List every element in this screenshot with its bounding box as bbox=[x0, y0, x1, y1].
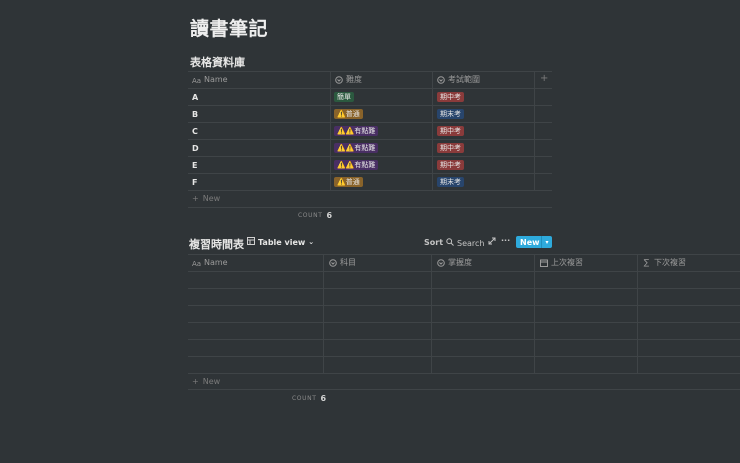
formula-icon: ∑ bbox=[643, 258, 650, 267]
db2-count[interactable]: COUNT 6 bbox=[292, 394, 326, 403]
plus-icon: + bbox=[192, 194, 199, 203]
select-property-icon bbox=[328, 258, 337, 267]
db1-line-r2 bbox=[188, 122, 552, 123]
db2-line-r6 bbox=[188, 373, 740, 374]
table-row-name[interactable]: D bbox=[192, 140, 199, 157]
difficulty-tag[interactable]: ⚠️普通 bbox=[334, 109, 363, 119]
scope-tag[interactable]: 期中考 bbox=[437, 92, 464, 102]
select-property-icon bbox=[436, 258, 445, 267]
page-title: 讀書筆記 bbox=[190, 18, 269, 40]
db2-new-label: New bbox=[202, 377, 221, 386]
db2-header-mastery-label: 掌握度 bbox=[448, 258, 472, 267]
expand-button[interactable] bbox=[488, 237, 496, 247]
chevron-down-icon: ⌄ bbox=[308, 238, 315, 246]
db2-count-value: 6 bbox=[320, 394, 327, 403]
db1-line-new bbox=[188, 207, 552, 208]
search-icon bbox=[446, 238, 454, 248]
db2-header-last-review-label: 上次複習 bbox=[551, 258, 583, 267]
plus-icon: + bbox=[192, 377, 199, 386]
difficulty-tag[interactable]: ⚠️普通 bbox=[334, 177, 363, 187]
scope-tag[interactable]: 期中考 bbox=[437, 143, 464, 153]
difficulty-tag[interactable]: 簡單 bbox=[334, 92, 354, 102]
db2-header-mastery[interactable]: 掌握度 bbox=[436, 254, 472, 271]
difficulty-tag[interactable]: ⚠️⚠️有點難 bbox=[334, 143, 379, 153]
text-property-icon: Aa bbox=[192, 258, 201, 267]
db2-count-label: COUNT bbox=[292, 395, 317, 402]
table-row-name[interactable]: F bbox=[192, 174, 197, 191]
chevron-down-icon[interactable]: ▾ bbox=[541, 236, 552, 248]
svg-text:Aa: Aa bbox=[192, 260, 201, 267]
table-row[interactable] bbox=[188, 340, 740, 356]
db2-header-next-review[interactable]: ∑ 下次複習 bbox=[642, 254, 686, 271]
db1-count-value: 6 bbox=[326, 211, 333, 220]
scope-tag[interactable]: 期末考 bbox=[437, 177, 464, 187]
expand-icon bbox=[488, 237, 496, 247]
db1-line-r6 bbox=[188, 190, 552, 191]
db1-header-difficulty-label: 難度 bbox=[346, 75, 362, 84]
db1-new-label: New bbox=[202, 194, 221, 203]
new-button[interactable]: New ▾ bbox=[516, 236, 552, 248]
table-row[interactable] bbox=[188, 289, 740, 305]
table-row[interactable] bbox=[188, 272, 740, 288]
table-icon bbox=[247, 237, 255, 247]
scope-tag[interactable]: 期中考 bbox=[437, 126, 464, 136]
db2-line-new bbox=[188, 389, 740, 390]
select-property-icon bbox=[436, 75, 445, 84]
more-button[interactable]: ··· bbox=[501, 236, 510, 245]
text-property-icon: Aa bbox=[192, 75, 201, 84]
table-row[interactable] bbox=[188, 306, 740, 322]
db2-new-row-button[interactable]: + New bbox=[192, 377, 220, 386]
table-row[interactable] bbox=[188, 357, 740, 373]
difficulty-tag[interactable]: ⚠️⚠️有點難 bbox=[334, 126, 379, 136]
page: 讀書筆記 表格資料庫 Aa Name 難度 考試範圍 + A 簡單 期中考 B … bbox=[0, 0, 740, 463]
db1-line-r5 bbox=[188, 173, 552, 174]
svg-text:Aa: Aa bbox=[192, 77, 201, 84]
search-button[interactable]: Search bbox=[446, 238, 484, 248]
db1-col-divider[interactable] bbox=[432, 71, 433, 190]
db2-header-name-label: Name bbox=[204, 258, 228, 267]
calendar-icon bbox=[539, 258, 548, 267]
more-icon: ··· bbox=[501, 236, 511, 245]
scope-tag[interactable]: 期末考 bbox=[437, 109, 464, 119]
db1-header-difficulty[interactable]: 難度 bbox=[334, 71, 362, 88]
db1-header-name[interactable]: Aa Name bbox=[192, 71, 228, 88]
db1-line-header bbox=[188, 88, 552, 89]
db1-new-row-button[interactable]: + New bbox=[192, 194, 220, 203]
db2-header-name[interactable]: Aa Name bbox=[192, 254, 228, 271]
db2-header-subject-label: 科目 bbox=[340, 258, 356, 267]
db2-header-subject[interactable]: 科目 bbox=[328, 254, 356, 271]
table-row[interactable] bbox=[188, 323, 740, 339]
scope-tag[interactable]: 期中考 bbox=[437, 160, 464, 170]
db1-line-r3 bbox=[188, 139, 552, 140]
db1-col-divider[interactable] bbox=[330, 71, 331, 190]
db1-count[interactable]: COUNT 6 bbox=[298, 211, 332, 220]
add-column-button[interactable]: + bbox=[540, 73, 548, 84]
new-button-label: New bbox=[520, 237, 540, 247]
table-row-name[interactable]: C bbox=[192, 123, 198, 140]
db1-line-r1 bbox=[188, 105, 552, 106]
difficulty-tag[interactable]: ⚠️⚠️有點難 bbox=[334, 160, 379, 170]
search-label: Search bbox=[457, 238, 485, 248]
db2-title[interactable]: 複習時間表 bbox=[189, 236, 244, 252]
sort-label: Sort bbox=[424, 238, 444, 247]
table-row-name[interactable]: A bbox=[192, 89, 198, 106]
db1-line-top bbox=[188, 71, 552, 72]
db1-col-divider[interactable] bbox=[534, 71, 535, 190]
select-property-icon bbox=[334, 75, 343, 84]
table-view-label: Table view bbox=[258, 237, 306, 247]
db1-count-label: COUNT bbox=[298, 212, 323, 219]
db2-header-next-review-label: 下次複習 bbox=[654, 258, 686, 267]
db2-header-last-review[interactable]: 上次複習 bbox=[539, 254, 583, 271]
table-row-name[interactable]: B bbox=[192, 106, 198, 123]
db1-title[interactable]: 表格資料庫 bbox=[190, 54, 245, 70]
db1-header-name-label: Name bbox=[204, 75, 228, 84]
table-view-tab[interactable]: Table view ⌄ bbox=[247, 237, 314, 247]
db1-header-scope-label: 考試範圍 bbox=[448, 75, 480, 84]
sort-button[interactable]: Sort bbox=[424, 238, 443, 247]
db1-line-r4 bbox=[188, 156, 552, 157]
db1-header-scope[interactable]: 考試範圍 bbox=[436, 71, 480, 88]
table-row-name[interactable]: E bbox=[192, 157, 197, 174]
